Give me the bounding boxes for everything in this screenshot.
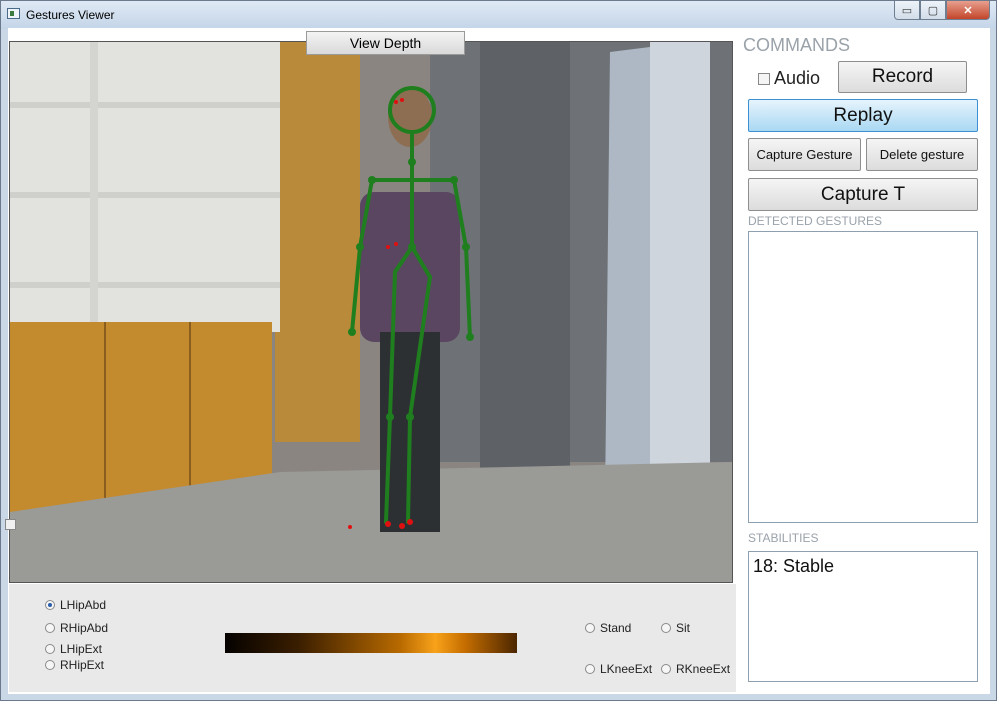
radio-label: LHipExt <box>60 642 103 656</box>
radio-lhipabd[interactable]: LHipAbd <box>45 598 106 612</box>
radio-label: LKneeExt <box>600 662 653 676</box>
camera-scene <box>10 42 732 582</box>
radio-indicator[interactable] <box>45 600 55 610</box>
replay-button[interactable]: Replay <box>748 99 978 132</box>
audio-checkbox[interactable]: Audio <box>758 68 820 89</box>
radio-label: RHipAbd <box>60 621 109 635</box>
close-button[interactable]: ✕ <box>946 1 990 20</box>
radio-indicator[interactable] <box>45 623 55 633</box>
detected-gestures-label: DETECTED GESTURES <box>748 214 883 228</box>
view-slider-handle[interactable] <box>5 519 16 530</box>
view-depth-button[interactable]: View Depth <box>306 31 465 55</box>
radio-label: LHipAbd <box>60 598 107 612</box>
checkbox-box[interactable] <box>758 72 770 85</box>
radio-indicator[interactable] <box>45 644 55 654</box>
radio-lkneeext[interactable]: LKneeExt <box>585 662 652 676</box>
radio-lhipext[interactable]: LHipExt <box>45 642 102 656</box>
capture-gesture-button[interactable]: Capture Gesture <box>748 138 861 171</box>
stabilities-label: STABILITIES <box>748 531 819 545</box>
stability-value: 18: Stable <box>753 556 835 576</box>
record-button[interactable]: Record <box>838 61 967 93</box>
radio-indicator[interactable] <box>661 623 671 633</box>
radio-indicator[interactable] <box>585 623 595 633</box>
audio-label: Audio <box>774 68 821 88</box>
radio-label: RKneeExt <box>676 662 731 676</box>
radio-rhipext[interactable]: RHipExt <box>45 658 104 672</box>
radio-rkneeext[interactable]: RKneeExt <box>661 662 730 676</box>
window-controls: ▭ ▢ ✕ <box>894 1 990 21</box>
radio-stand[interactable]: Stand <box>585 621 631 635</box>
window-title: Gestures Viewer <box>26 8 115 22</box>
app-icon <box>7 8 20 19</box>
commands-heading: COMMANDS <box>743 35 850 55</box>
detected-gestures-list[interactable] <box>748 231 978 523</box>
depth-color-scale <box>225 633 517 653</box>
radio-label: Stand <box>600 621 632 635</box>
maximize-button[interactable]: ▢ <box>920 1 946 20</box>
radio-indicator[interactable] <box>45 660 55 670</box>
radio-indicator[interactable] <box>661 664 671 674</box>
camera-view <box>9 41 733 583</box>
radio-sit[interactable]: Sit <box>661 621 690 635</box>
radio-indicator[interactable] <box>585 664 595 674</box>
radio-label: RHipExt <box>60 658 105 672</box>
title-bar[interactable]: Gestures Viewer ▭ ▢ ✕ <box>1 1 996 29</box>
radio-label: Sit <box>676 621 691 635</box>
minimize-button[interactable]: ▭ <box>894 1 920 20</box>
radio-rhipabd[interactable]: RHipAbd <box>45 621 108 635</box>
stabilities-box: 18: Stable <box>748 551 978 682</box>
delete-gesture-button[interactable]: Delete gesture <box>866 138 978 171</box>
capture-t-button[interactable]: Capture T <box>748 178 978 211</box>
